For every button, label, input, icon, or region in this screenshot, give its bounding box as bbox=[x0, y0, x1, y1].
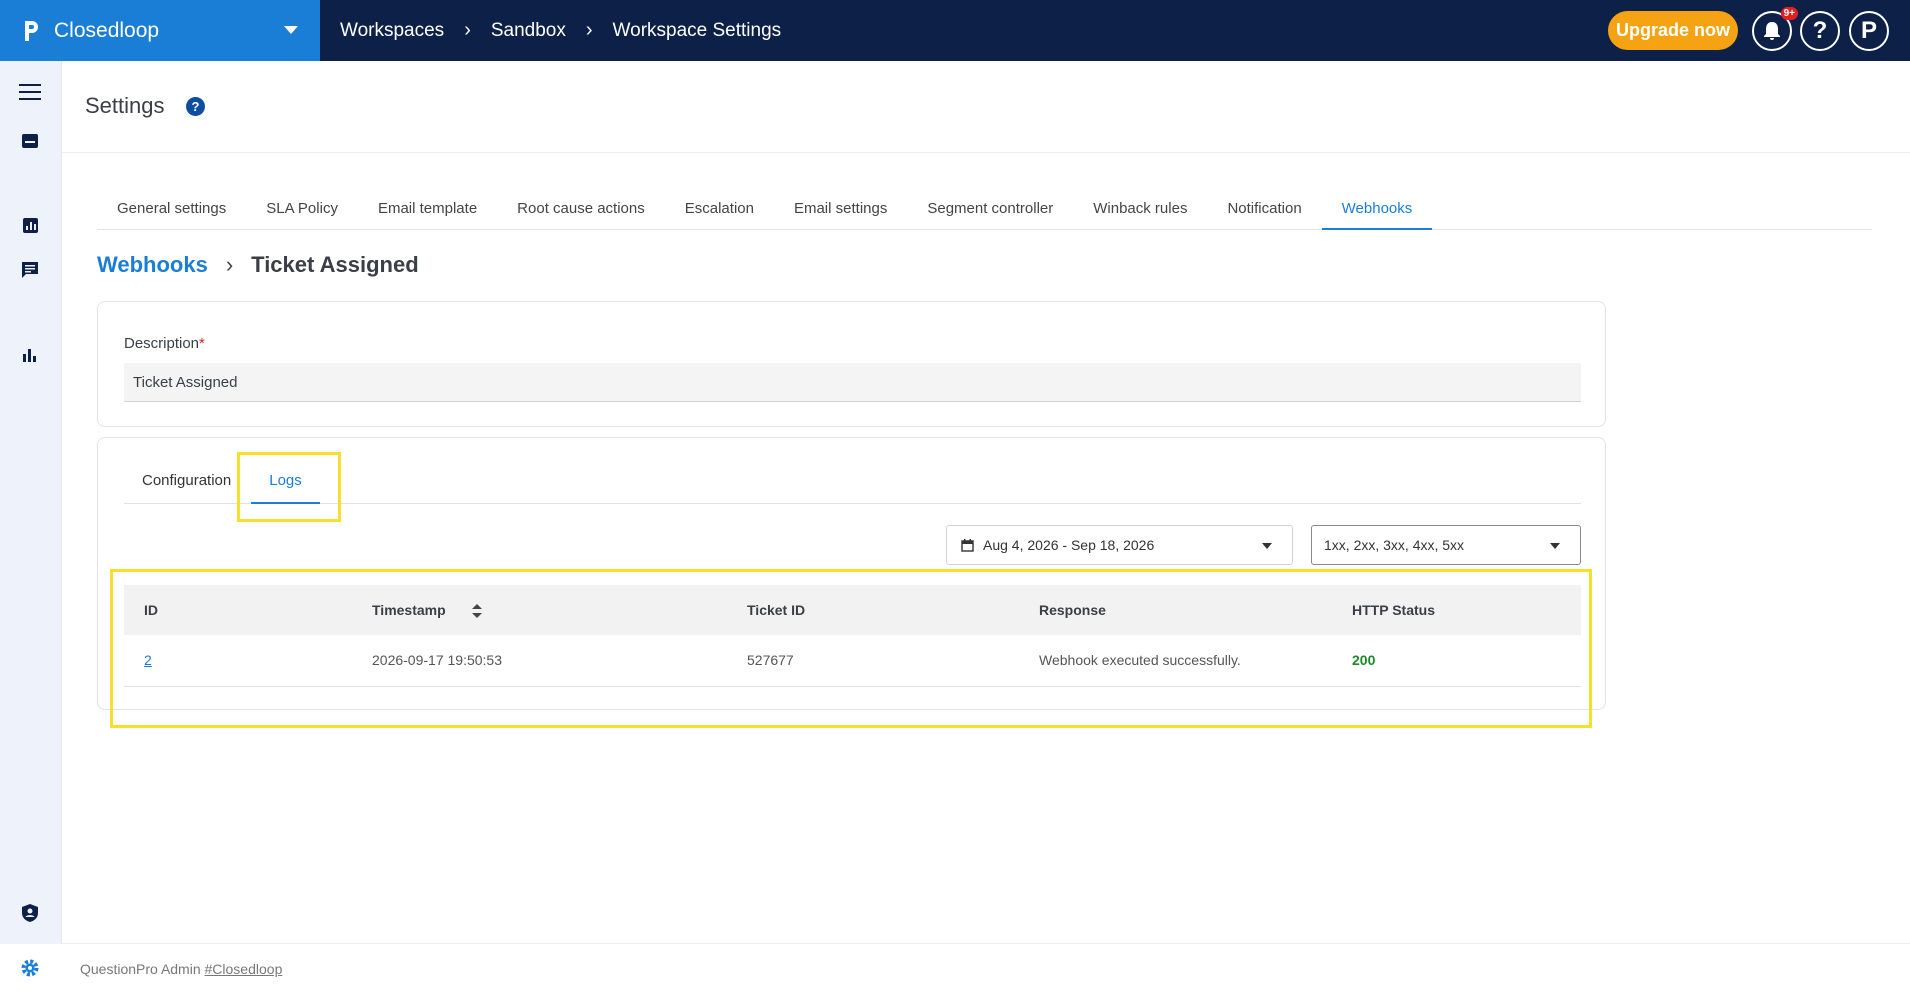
tab-sla-policy[interactable]: SLA Policy bbox=[246, 188, 358, 230]
table-row: 2 2026-09-17 19:50:53 527677 Webhook exe… bbox=[124, 635, 1581, 687]
chevron-right-icon: › bbox=[225, 252, 234, 277]
tab-email-settings[interactable]: Email settings bbox=[774, 188, 907, 230]
sidebar bbox=[0, 61, 62, 993]
gear-icon bbox=[18, 956, 42, 980]
breadcrumb-current: Ticket Assigned bbox=[251, 252, 419, 277]
page-title: Settings bbox=[85, 93, 165, 118]
webhook-subtabs: Configuration Logs bbox=[124, 458, 1581, 504]
top-breadcrumb: Workspaces › Sandbox › Workspace Setting… bbox=[340, 0, 781, 61]
notifications-button[interactable]: 9+ bbox=[1752, 7, 1798, 51]
chat-icon[interactable] bbox=[18, 258, 42, 282]
description-card: Description* bbox=[97, 301, 1606, 427]
brand-name: Closedloop bbox=[54, 18, 160, 42]
chevron-right-icon: › bbox=[464, 19, 471, 41]
settings-tabs: General settings SLA Policy Email templa… bbox=[97, 188, 1872, 230]
bell-icon bbox=[1764, 22, 1780, 40]
footer: QuestionPro Admin #Closedloop bbox=[62, 943, 1910, 993]
profile-button[interactable]: P bbox=[1849, 11, 1889, 51]
tab-winback-rules[interactable]: Winback rules bbox=[1073, 188, 1207, 230]
report-icon[interactable] bbox=[18, 213, 42, 237]
required-mark: * bbox=[199, 335, 205, 352]
sort-icon[interactable] bbox=[471, 604, 482, 619]
webhook-detail-card: Configuration Logs Aug 4, 2026 - Sep 18,… bbox=[97, 437, 1606, 710]
crumb-sandbox[interactable]: Sandbox bbox=[491, 20, 566, 42]
date-range-picker[interactable]: Aug 4, 2026 - Sep 18, 2026 bbox=[946, 525, 1293, 565]
tab-logs[interactable]: Logs bbox=[251, 458, 320, 504]
tab-notification[interactable]: Notification bbox=[1207, 188, 1321, 230]
tab-configuration[interactable]: Configuration bbox=[124, 458, 249, 504]
crumb-workspace-settings[interactable]: Workspace Settings bbox=[613, 20, 782, 42]
description-label-text: Description bbox=[124, 335, 200, 352]
logs-table: ID Timestamp Ticket ID Response HTTP Sta… bbox=[124, 585, 1581, 687]
column-header-timestamp[interactable]: Timestamp bbox=[352, 585, 727, 635]
footer-workspace-link[interactable]: #Closedloop bbox=[205, 961, 283, 977]
profile-icon: P bbox=[1860, 17, 1877, 44]
help-button[interactable]: ? bbox=[1800, 11, 1840, 51]
settings-nav-item[interactable] bbox=[0, 944, 62, 993]
status-code-select[interactable]: 1xx, 2xx, 3xx, 4xx, 5xx bbox=[1311, 525, 1581, 565]
top-bar: Closedloop Workspaces › Sandbox › Worksp… bbox=[0, 0, 1910, 61]
notification-badge: 9+ bbox=[1780, 7, 1798, 20]
column-header-ticket-id[interactable]: Ticket ID bbox=[727, 585, 1019, 635]
bar-chart-icon[interactable] bbox=[18, 343, 42, 367]
tab-root-cause-actions[interactable]: Root cause actions bbox=[497, 188, 665, 230]
tab-escalation[interactable]: Escalation bbox=[665, 188, 774, 230]
breadcrumb-webhooks-link[interactable]: Webhooks bbox=[97, 252, 208, 278]
caret-down-icon bbox=[1550, 543, 1560, 549]
log-id-cell: 2 bbox=[124, 635, 352, 687]
help-icon: ? bbox=[1812, 17, 1828, 44]
column-header-timestamp-label: Timestamp bbox=[372, 601, 446, 618]
log-response-cell: Webhook executed successfully. bbox=[1019, 635, 1332, 687]
table-header-row: ID Timestamp Ticket ID Response HTTP Sta… bbox=[124, 585, 1581, 635]
crumb-workspaces[interactable]: Workspaces bbox=[340, 20, 444, 42]
log-id-link[interactable]: 2 bbox=[144, 652, 152, 668]
status-code-value: 1xx, 2xx, 3xx, 4xx, 5xx bbox=[1324, 537, 1465, 553]
shield-user-icon[interactable] bbox=[18, 901, 42, 925]
questionpro-logo-icon bbox=[20, 18, 42, 44]
menu-icon[interactable] bbox=[18, 80, 42, 104]
tab-webhooks[interactable]: Webhooks bbox=[1321, 188, 1433, 230]
description-input[interactable] bbox=[124, 363, 1581, 402]
tab-general-settings[interactable]: General settings bbox=[97, 188, 246, 230]
log-ticket-id-cell: 527677 bbox=[727, 635, 1019, 687]
inbox-icon[interactable] bbox=[18, 129, 42, 153]
column-header-response[interactable]: Response bbox=[1019, 585, 1332, 635]
footer-text: QuestionPro Admin bbox=[80, 961, 201, 977]
chevron-right-icon: › bbox=[585, 19, 593, 41]
calendar-icon bbox=[961, 538, 974, 552]
column-header-http-status[interactable]: HTTP Status bbox=[1332, 585, 1581, 635]
tab-segment-controller[interactable]: Segment controller bbox=[907, 188, 1073, 230]
page-header: Settings ? bbox=[62, 61, 1910, 153]
log-http-status-cell: 200 bbox=[1332, 635, 1581, 687]
help-icon[interactable]: ? bbox=[186, 97, 205, 116]
log-timestamp-cell: 2026-09-17 19:50:53 bbox=[352, 635, 727, 687]
upgrade-now-button[interactable]: Upgrade now bbox=[1608, 11, 1738, 50]
caret-down-icon bbox=[1262, 543, 1272, 549]
column-header-id[interactable]: ID bbox=[124, 585, 352, 635]
description-label: Description* bbox=[124, 335, 205, 352]
workspace-switcher[interactable]: Closedloop bbox=[0, 0, 320, 61]
tab-email-template[interactable]: Email template bbox=[358, 188, 497, 230]
breadcrumb: Webhooks › Ticket Assigned bbox=[97, 252, 419, 278]
chevron-down-icon[interactable] bbox=[284, 26, 298, 34]
date-range-value: Aug 4, 2026 - Sep 18, 2026 bbox=[983, 537, 1155, 553]
